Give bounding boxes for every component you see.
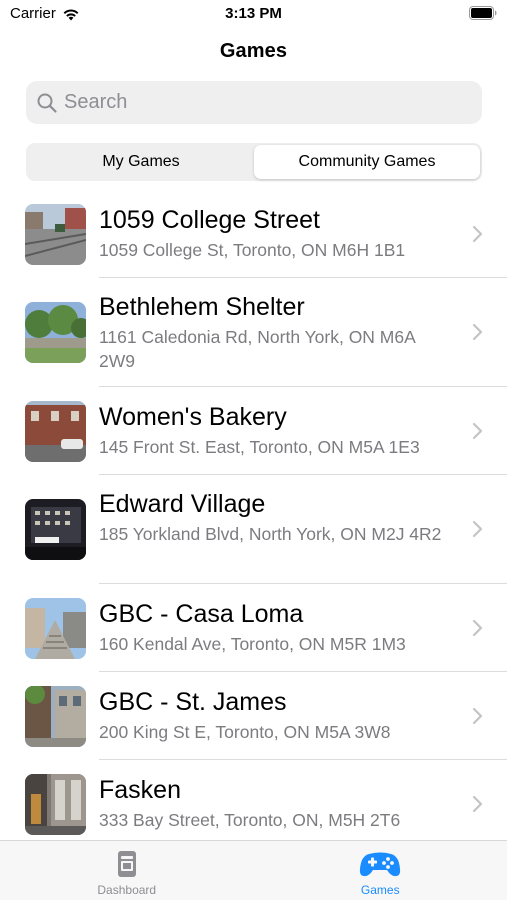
- game-title: Fasken: [99, 776, 181, 804]
- chevron-right-icon: [472, 323, 483, 341]
- game-title: GBC - St. James: [99, 688, 287, 716]
- game-address: 160 Kendal Ave, Toronto, ON M5R 1M3: [99, 634, 406, 654]
- game-row-bethlehem-shelter[interactable]: Bethlehem Shelter 1161 Caledonia Rd, Nor…: [0, 278, 507, 387]
- game-row-college-street[interactable]: 1059 College Street 1059 College St, Tor…: [0, 190, 507, 278]
- tab-bar: Dashboard Games: [0, 840, 507, 900]
- search-bar[interactable]: [26, 81, 482, 124]
- chevron-right-icon: [472, 707, 483, 725]
- tab-label: Games: [360, 883, 400, 897]
- game-row-text: Edward Village 185 Yorkland Blvd, North …: [99, 489, 449, 546]
- game-row-text: GBC - St. James 200 King St E, Toronto, …: [99, 687, 449, 744]
- chevron-right-icon: [472, 225, 483, 243]
- game-address: 200 King St E, Toronto, ON M5A 3W8: [99, 722, 391, 742]
- game-row-text: GBC - Casa Loma 160 Kendal Ave, Toronto,…: [99, 599, 449, 656]
- game-title: 1059 College Street: [99, 206, 320, 234]
- search-icon: [37, 93, 57, 113]
- tab-games[interactable]: Games: [254, 841, 507, 900]
- game-address: 185 Yorkland Blvd, North York, ON M2J 4R…: [99, 524, 442, 544]
- game-thumbnail: [25, 499, 86, 560]
- games-screen: Carrier 3:13 PM Games My Games Community…: [0, 0, 507, 900]
- page-title: Games: [219, 40, 288, 62]
- game-address: 333 Bay Street, Toronto, ON, M5H 2T6: [99, 810, 401, 830]
- chevron-right-icon: [472, 795, 483, 813]
- dashboard-icon: [117, 851, 136, 877]
- game-thumbnail: [25, 204, 86, 265]
- battery-icon: [469, 6, 497, 20]
- game-address: 145 Front St. East, Toronto, ON M5A 1E3: [99, 437, 420, 457]
- game-row-text: Fasken 333 Bay Street, Toronto, ON, M5H …: [99, 775, 449, 832]
- game-address: 1059 College St, Toronto, ON M6H 1B1: [99, 240, 406, 260]
- segment-my-games[interactable]: My Games: [28, 145, 254, 179]
- segment-community-games[interactable]: Community Games: [254, 145, 480, 179]
- game-address: 1161 Caledonia Rd, North York, ON M6A 2W…: [99, 327, 415, 371]
- game-title: Bethlehem Shelter: [99, 293, 305, 321]
- game-thumbnail: [25, 401, 86, 462]
- status-bar: Carrier 3:13 PM: [0, 0, 507, 30]
- games-list: 1059 College Street 1059 College St, Tor…: [0, 190, 507, 848]
- game-title: GBC - Casa Loma: [99, 600, 304, 628]
- game-row-text: 1059 College Street 1059 College St, Tor…: [99, 205, 449, 262]
- game-row-fasken[interactable]: Fasken 333 Bay Street, Toronto, ON, M5H …: [0, 760, 507, 848]
- chevron-right-icon: [472, 422, 483, 440]
- game-thumbnail: [25, 774, 86, 835]
- segment-label: My Games: [102, 153, 180, 170]
- tab-dashboard[interactable]: Dashboard: [0, 841, 254, 900]
- game-title: Women's Bakery: [99, 403, 287, 431]
- game-thumbnail: [25, 686, 86, 747]
- game-thumbnail: [25, 598, 86, 659]
- chevron-right-icon: [472, 520, 483, 538]
- games-segmented-control: My Games Community Games: [26, 143, 482, 181]
- game-row-edward-village[interactable]: Edward Village 185 Yorkland Blvd, North …: [0, 475, 507, 584]
- game-row-text: Bethlehem Shelter 1161 Caledonia Rd, Nor…: [99, 292, 449, 373]
- game-thumbnail: [25, 302, 86, 363]
- game-row-gbc-casa-loma[interactable]: GBC - Casa Loma 160 Kendal Ave, Toronto,…: [0, 584, 507, 672]
- status-time: 3:13 PM: [225, 5, 282, 22]
- game-row-womens-bakery[interactable]: Women's Bakery 145 Front St. East, Toron…: [0, 387, 507, 475]
- tab-label: Dashboard: [97, 883, 157, 897]
- search-input[interactable]: [64, 91, 464, 114]
- game-title: Edward Village: [99, 490, 266, 518]
- gamepad-icon: [360, 852, 401, 877]
- segment-label: Community Games: [298, 153, 436, 170]
- chevron-right-icon: [472, 619, 483, 637]
- game-row-gbc-st-james[interactable]: GBC - St. James 200 King St E, Toronto, …: [0, 672, 507, 760]
- game-row-text: Women's Bakery 145 Front St. East, Toron…: [99, 402, 449, 459]
